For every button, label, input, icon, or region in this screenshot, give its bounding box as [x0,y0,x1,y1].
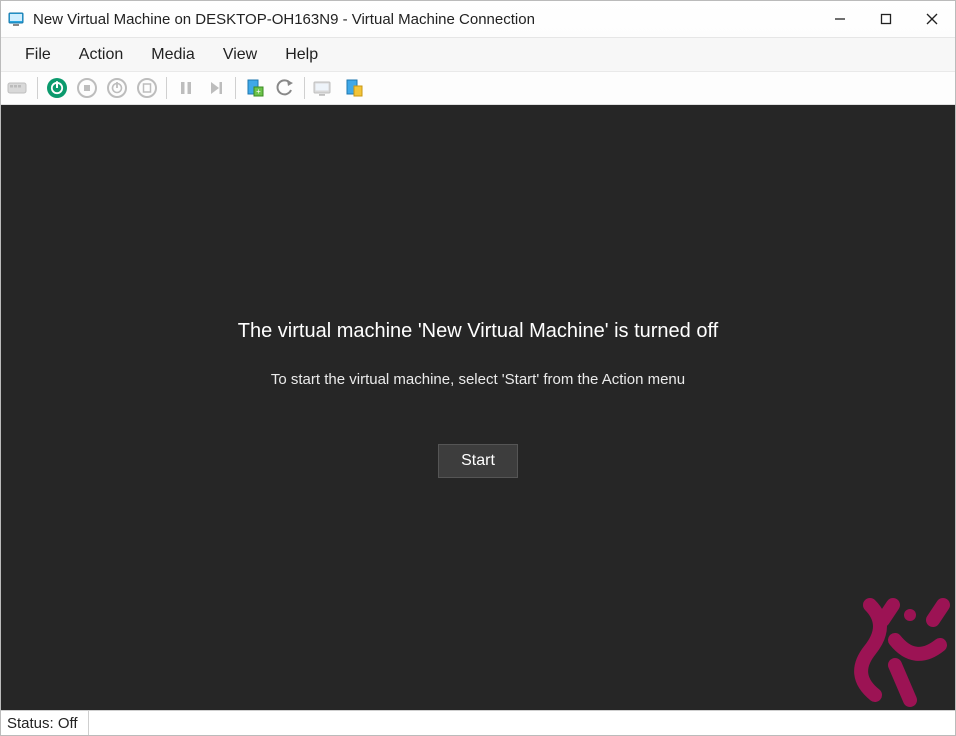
svg-text:+: + [256,87,261,96]
toolbar: + [1,71,955,105]
close-button[interactable] [909,3,955,35]
maximize-button[interactable] [863,3,909,35]
start-button[interactable]: Start [438,444,518,478]
toolbar-separator [235,77,236,99]
turn-off-button [74,75,100,101]
vm-display-area: The virtual machine 'New Virtual Machine… [1,105,955,710]
revert-button[interactable] [272,75,298,101]
menu-view[interactable]: View [209,42,271,68]
start-button-toolbar[interactable] [44,75,70,101]
enhanced-session-button [311,75,337,101]
window-title: New Virtual Machine on DESKTOP-OH163N9 -… [33,11,535,28]
app-icon [7,9,27,29]
watermark-icon [815,580,955,720]
save-button [134,75,160,101]
status-text: Status: Off [7,711,89,735]
menu-media[interactable]: Media [137,42,209,68]
vm-state-heading: The virtual machine 'New Virtual Machine… [238,320,718,343]
toolbar-separator [37,77,38,99]
shutdown-button [104,75,130,101]
pause-button [173,75,199,101]
ctrl-alt-del-button [5,75,31,101]
app-window: New Virtual Machine on DESKTOP-OH163N9 -… [0,0,956,736]
titlebar: New Virtual Machine on DESKTOP-OH163N9 -… [1,1,955,37]
vm-state-subtext: To start the virtual machine, select 'St… [271,371,685,388]
menu-file[interactable]: File [11,42,65,68]
toolbar-separator [304,77,305,99]
menu-help[interactable]: Help [271,42,332,68]
statusbar: Status: Off [1,710,955,735]
toolbar-separator [166,77,167,99]
menubar: File Action Media View Help [1,37,955,71]
menu-action[interactable]: Action [65,42,137,68]
share-button[interactable] [341,75,367,101]
minimize-button[interactable] [817,3,863,35]
checkpoint-button[interactable]: + [242,75,268,101]
reset-button [203,75,229,101]
